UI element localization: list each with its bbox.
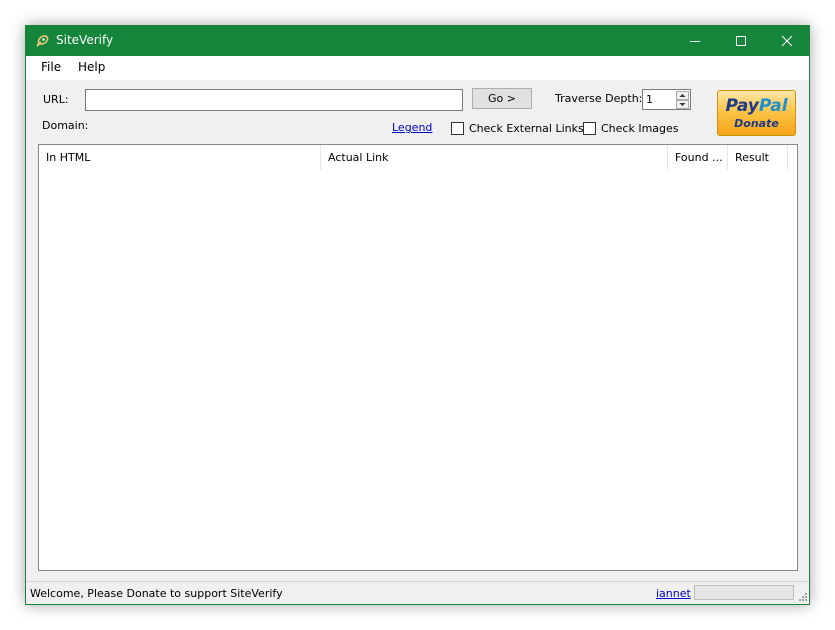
url-label: URL: bbox=[43, 93, 69, 106]
minimize-icon bbox=[690, 41, 700, 42]
column-header-found[interactable]: Found ... bbox=[668, 145, 727, 170]
check-images-checkbox[interactable] bbox=[583, 122, 596, 135]
spin-down-button[interactable] bbox=[676, 100, 689, 109]
column-header-result[interactable]: Result bbox=[728, 145, 787, 170]
check-images-label[interactable]: Check Images bbox=[601, 122, 679, 135]
column-header-actual-link[interactable]: Actual Link bbox=[321, 145, 667, 170]
traverse-depth-value[interactable]: 1 bbox=[646, 93, 653, 106]
go-button[interactable]: Go > bbox=[472, 88, 532, 109]
maximize-icon bbox=[736, 36, 746, 46]
close-button[interactable] bbox=[764, 26, 810, 56]
spin-down-icon bbox=[679, 103, 686, 106]
traverse-depth-label: Traverse Depth: bbox=[555, 92, 643, 105]
results-list[interactable]: In HTML Actual Link Found ... Result bbox=[38, 144, 798, 571]
iannet-link[interactable]: iannet bbox=[656, 587, 691, 600]
check-external-links-label[interactable]: Check External Links bbox=[469, 122, 584, 135]
status-progress-bar bbox=[694, 585, 794, 600]
status-message: Welcome, Please Donate to support SiteVe… bbox=[30, 587, 283, 600]
spin-up-button[interactable] bbox=[676, 91, 689, 100]
menu-bar: File Help bbox=[26, 56, 809, 80]
resize-grip-icon[interactable] bbox=[798, 591, 808, 605]
window-title: SiteVerify bbox=[56, 33, 114, 47]
maximize-button[interactable] bbox=[718, 26, 764, 56]
title-bar[interactable]: SiteVerify bbox=[26, 26, 809, 56]
paypal-logo: PayPal bbox=[725, 96, 788, 116]
minimize-button[interactable] bbox=[672, 26, 718, 56]
domain-label: Domain: bbox=[42, 119, 89, 132]
menu-help[interactable]: Help bbox=[78, 60, 105, 74]
traverse-depth-spinner[interactable]: 1 bbox=[642, 89, 691, 110]
status-bar: Welcome, Please Donate to support SiteVe… bbox=[26, 581, 809, 604]
url-input[interactable] bbox=[85, 89, 463, 111]
app-icon bbox=[34, 33, 50, 49]
spin-up-icon bbox=[679, 94, 686, 97]
paypal-donate-label: Donate bbox=[734, 117, 779, 130]
legend-link[interactable]: Legend bbox=[392, 121, 432, 134]
column-header-in-html[interactable]: In HTML bbox=[39, 145, 320, 170]
check-external-links-checkbox[interactable] bbox=[451, 122, 464, 135]
column-separator[interactable] bbox=[787, 145, 788, 170]
close-icon bbox=[781, 35, 793, 47]
app-window: SiteVerify File Help URL: Go > Traverse … bbox=[25, 25, 810, 605]
menu-file[interactable]: File bbox=[41, 60, 61, 74]
paypal-donate-button[interactable]: PayPal Donate bbox=[717, 90, 796, 136]
